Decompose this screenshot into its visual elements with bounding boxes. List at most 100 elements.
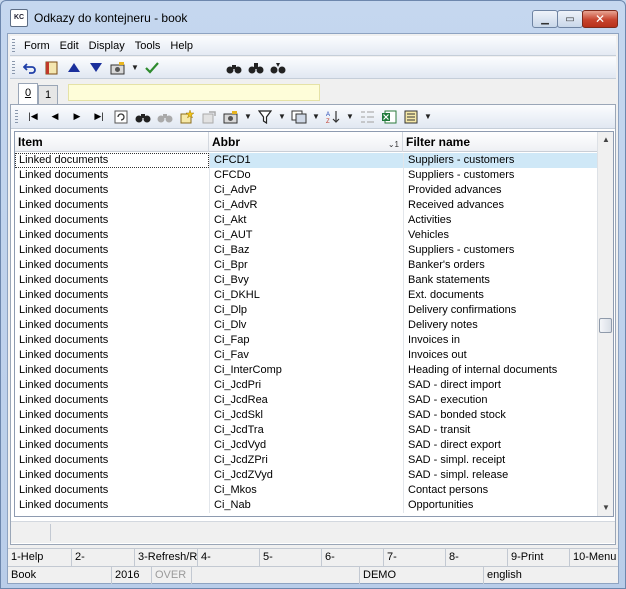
cell-filter-name[interactable]: Delivery notes xyxy=(403,318,598,333)
f9-print-key[interactable]: 9-Print xyxy=(508,549,570,566)
cell-item[interactable]: Linked documents xyxy=(15,288,209,303)
cell-item[interactable]: Linked documents xyxy=(15,198,209,213)
table-row[interactable]: Linked documents CFCD1 Suppliers - custome… xyxy=(15,153,598,168)
table-row[interactable]: Linked documents Ci_JcdZPri SAD - simpl. r… xyxy=(15,453,598,468)
cell-abbr[interactable]: Ci_Akt xyxy=(209,213,403,228)
tab-1[interactable]: 1 xyxy=(38,85,58,104)
f7-key[interactable]: 7- xyxy=(384,549,446,566)
snapshot-dropdown[interactable]: ▼ xyxy=(129,58,141,78)
cell-filter-name[interactable]: Suppliers - customers xyxy=(403,153,598,168)
table-row[interactable]: Linked documents Ci_DKHL Ext. documents xyxy=(15,288,598,303)
maximize-button[interactable]: ▭ xyxy=(557,10,583,28)
cell-filter-name[interactable]: Delivery confirmations xyxy=(403,303,598,318)
cell-filter-name[interactable]: Provided advances xyxy=(403,183,598,198)
f8-key[interactable]: 8- xyxy=(446,549,508,566)
cell-item[interactable]: Linked documents xyxy=(15,483,209,498)
first-record-button[interactable]: |◀ xyxy=(22,107,44,127)
table-row[interactable]: Linked documents Ci_Bpr Banker's orders xyxy=(15,258,598,273)
f3-refresh-key[interactable]: 3-Refresh/R xyxy=(135,549,198,566)
table-row[interactable]: Linked documents Ci_Baz Suppliers - custom… xyxy=(15,243,598,258)
menu-form[interactable]: Form xyxy=(19,38,55,54)
menu-display[interactable]: Display xyxy=(84,38,130,54)
cell-item[interactable]: Linked documents xyxy=(15,243,209,258)
cell-abbr[interactable]: Ci_Bvy xyxy=(209,273,403,288)
cell-filter-name[interactable]: Activities xyxy=(403,213,598,228)
move-up-button[interactable] xyxy=(63,58,85,78)
menu-help[interactable]: Help xyxy=(165,38,198,54)
grid-find-disabled-button[interactable] xyxy=(154,107,176,127)
scroll-thumb[interactable] xyxy=(599,318,612,333)
cell-abbr[interactable]: Ci_Fap xyxy=(209,333,403,348)
refresh-button[interactable] xyxy=(110,107,132,127)
table-row[interactable]: Linked documents Ci_Nab Opportunities xyxy=(15,498,598,513)
filter-button[interactable] xyxy=(254,107,276,127)
undo-button[interactable] xyxy=(19,58,41,78)
menu-tools[interactable]: Tools xyxy=(130,38,166,54)
cell-abbr[interactable]: Ci_AdvP xyxy=(209,183,403,198)
table-row[interactable]: Linked documents Ci_Dlp Delivery confirmat… xyxy=(15,303,598,318)
table-row[interactable]: Linked documents Ci_JcdSkl SAD - bonded st… xyxy=(15,408,598,423)
table-row[interactable]: Linked documents Ci_Bvy Bank statements xyxy=(15,273,598,288)
cell-filter-name[interactable]: Banker's orders xyxy=(403,258,598,273)
snapshot-button[interactable] xyxy=(107,58,129,78)
cell-item[interactable]: Linked documents xyxy=(15,468,209,483)
cell-abbr[interactable]: Ci_JcdSkl xyxy=(209,408,403,423)
cell-filter-name[interactable]: Bank statements xyxy=(403,273,598,288)
cell-abbr[interactable]: Ci_Bpr xyxy=(209,258,403,273)
minimize-button[interactable]: ▁ xyxy=(532,10,558,28)
cell-abbr[interactable]: Ci_AdvR xyxy=(209,198,403,213)
column-header-item[interactable]: Item xyxy=(15,132,209,152)
cell-item[interactable]: Linked documents xyxy=(15,393,209,408)
sort-dropdown[interactable]: ▼ xyxy=(344,107,356,127)
tab-0[interactable]: 0 xyxy=(18,83,38,104)
grid-find-button[interactable] xyxy=(132,107,154,127)
cell-abbr[interactable]: CFCD1 xyxy=(209,153,403,168)
columns-dropdown[interactable]: ▼ xyxy=(310,107,322,127)
cell-abbr[interactable]: CFCDo xyxy=(209,168,403,183)
edit-record-button[interactable] xyxy=(198,107,220,127)
scroll-up-button[interactable]: ▲ xyxy=(598,132,613,148)
f10-menu-key[interactable]: 10-Menu xyxy=(570,549,618,566)
report-button[interactable] xyxy=(400,107,422,127)
cell-filter-name[interactable]: Contact persons xyxy=(403,483,598,498)
cell-filter-name[interactable]: SAD - transit xyxy=(403,423,598,438)
cell-abbr[interactable]: Ci_Fav xyxy=(209,348,403,363)
menu-edit[interactable]: Edit xyxy=(55,38,84,54)
table-row[interactable]: Linked documents Ci_JcdTra SAD - transit xyxy=(15,423,598,438)
cell-item[interactable]: Linked documents xyxy=(15,228,209,243)
table-row[interactable]: Linked documents Ci_Dlv Delivery notes xyxy=(15,318,598,333)
vertical-scrollbar[interactable]: ▲ ▼ xyxy=(597,132,613,516)
cell-item[interactable]: Linked documents xyxy=(15,378,209,393)
cell-item[interactable]: Linked documents xyxy=(15,303,209,318)
export-excel-button[interactable] xyxy=(378,107,400,127)
cell-filter-name[interactable]: Invoices in xyxy=(403,333,598,348)
cell-item[interactable]: Linked documents xyxy=(15,408,209,423)
cell-abbr[interactable]: Ci_Mkos xyxy=(209,483,403,498)
cell-filter-name[interactable]: SAD - execution xyxy=(403,393,598,408)
cell-item[interactable]: Linked documents xyxy=(15,273,209,288)
scroll-down-button[interactable]: ▼ xyxy=(598,500,613,516)
find-next-button[interactable] xyxy=(245,58,267,78)
cell-item[interactable]: Linked documents xyxy=(15,438,209,453)
table-row[interactable]: Linked documents Ci_JcdPri SAD - direct im… xyxy=(15,378,598,393)
table-row[interactable]: Linked documents Ci_Akt Activities xyxy=(15,213,598,228)
cell-item[interactable]: Linked documents xyxy=(15,258,209,273)
add-record-button[interactable] xyxy=(176,107,198,127)
table-row[interactable]: Linked documents Ci_JcdRea SAD - execution xyxy=(15,393,598,408)
f6-key[interactable]: 6- xyxy=(322,549,384,566)
report-dropdown[interactable]: ▼ xyxy=(422,107,434,127)
filter-dropdown[interactable]: ▼ xyxy=(276,107,288,127)
cell-item[interactable]: Linked documents xyxy=(15,213,209,228)
cell-abbr[interactable]: Ci_JcdZPri xyxy=(209,453,403,468)
cell-filter-name[interactable]: Vehicles xyxy=(403,228,598,243)
cell-item[interactable]: Linked documents xyxy=(15,498,209,513)
cell-abbr[interactable]: Ci_JcdVyd xyxy=(209,438,403,453)
cell-item[interactable]: Linked documents xyxy=(15,168,209,183)
title-bar[interactable]: KC Odkazy do kontejneru - book ▁ ▭ ✕ xyxy=(1,1,625,33)
table-row[interactable]: Linked documents Ci_JcdVyd SAD - direct ex… xyxy=(15,438,598,453)
cell-filter-name[interactable]: Suppliers - customers xyxy=(403,243,598,258)
cell-item[interactable]: Linked documents xyxy=(15,318,209,333)
grid-snapshot-dropdown[interactable]: ▼ xyxy=(242,107,254,127)
column-header-abbr[interactable]: Abbr ⌄1 xyxy=(209,132,403,152)
cell-item[interactable]: Linked documents xyxy=(15,333,209,348)
